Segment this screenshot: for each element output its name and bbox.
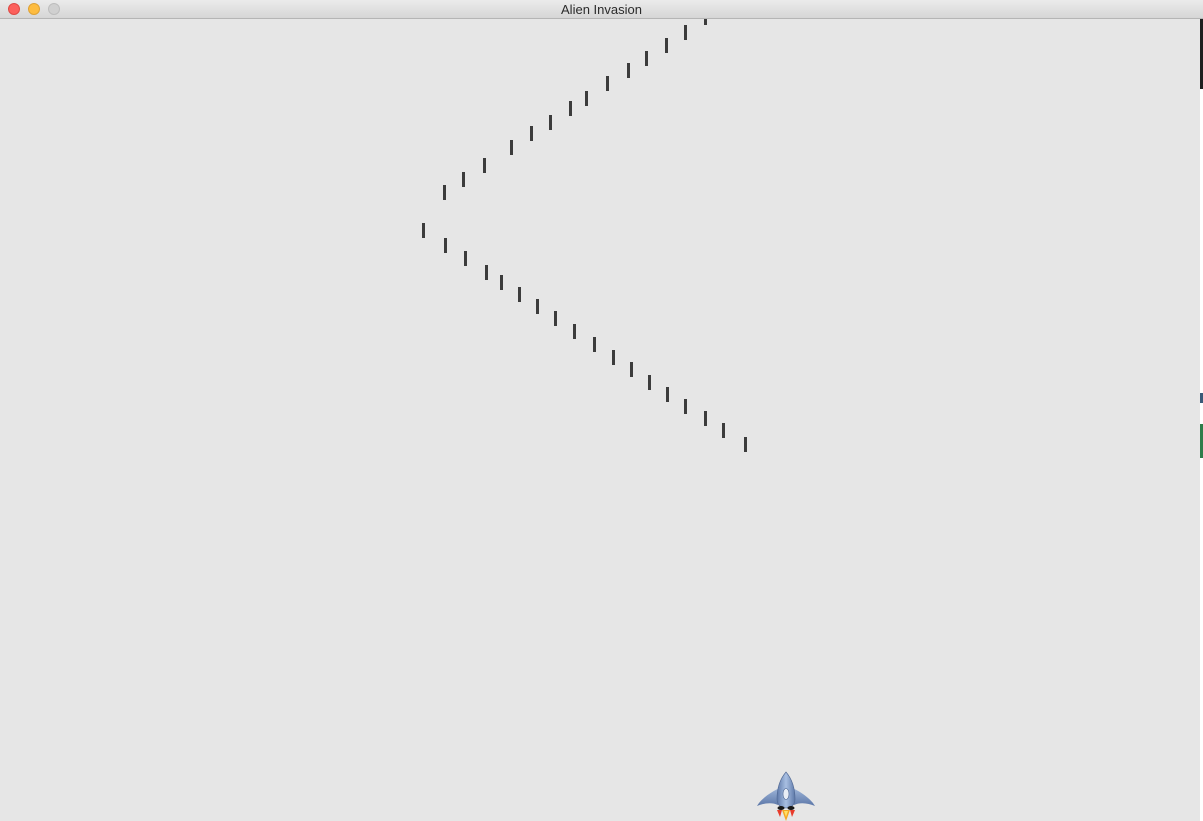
bullet	[462, 172, 465, 187]
game-window: Alien Invasion	[0, 0, 1203, 821]
bullet	[648, 375, 651, 390]
bullet	[704, 411, 707, 426]
bullet	[684, 399, 687, 414]
bullet	[684, 25, 687, 40]
bullet	[443, 185, 446, 200]
bullet	[536, 299, 539, 314]
bullet	[630, 362, 633, 377]
bullet	[549, 115, 552, 130]
bullet	[573, 324, 576, 339]
bullet	[530, 126, 533, 141]
game-playfield[interactable]	[0, 19, 1200, 821]
bullet	[510, 140, 513, 155]
bullet	[554, 311, 557, 326]
bullet	[606, 76, 609, 91]
bullet	[612, 350, 615, 365]
bullet	[483, 158, 486, 173]
bullet	[744, 437, 747, 452]
bullet	[444, 238, 447, 253]
bullet	[704, 19, 707, 25]
bullet	[585, 91, 588, 106]
bullet	[500, 275, 503, 290]
bullet	[722, 423, 725, 438]
title-bar: Alien Invasion	[0, 0, 1203, 19]
bullet	[593, 337, 596, 352]
bullet	[464, 251, 467, 266]
rocket-ship-icon	[757, 771, 815, 821]
window-title: Alien Invasion	[561, 2, 642, 17]
bullet	[422, 223, 425, 238]
bullet	[569, 101, 572, 116]
bullet	[518, 287, 521, 302]
bullet	[665, 38, 668, 53]
bullet	[666, 387, 669, 402]
bullet	[645, 51, 648, 66]
bullet	[627, 63, 630, 78]
bullet	[485, 265, 488, 280]
